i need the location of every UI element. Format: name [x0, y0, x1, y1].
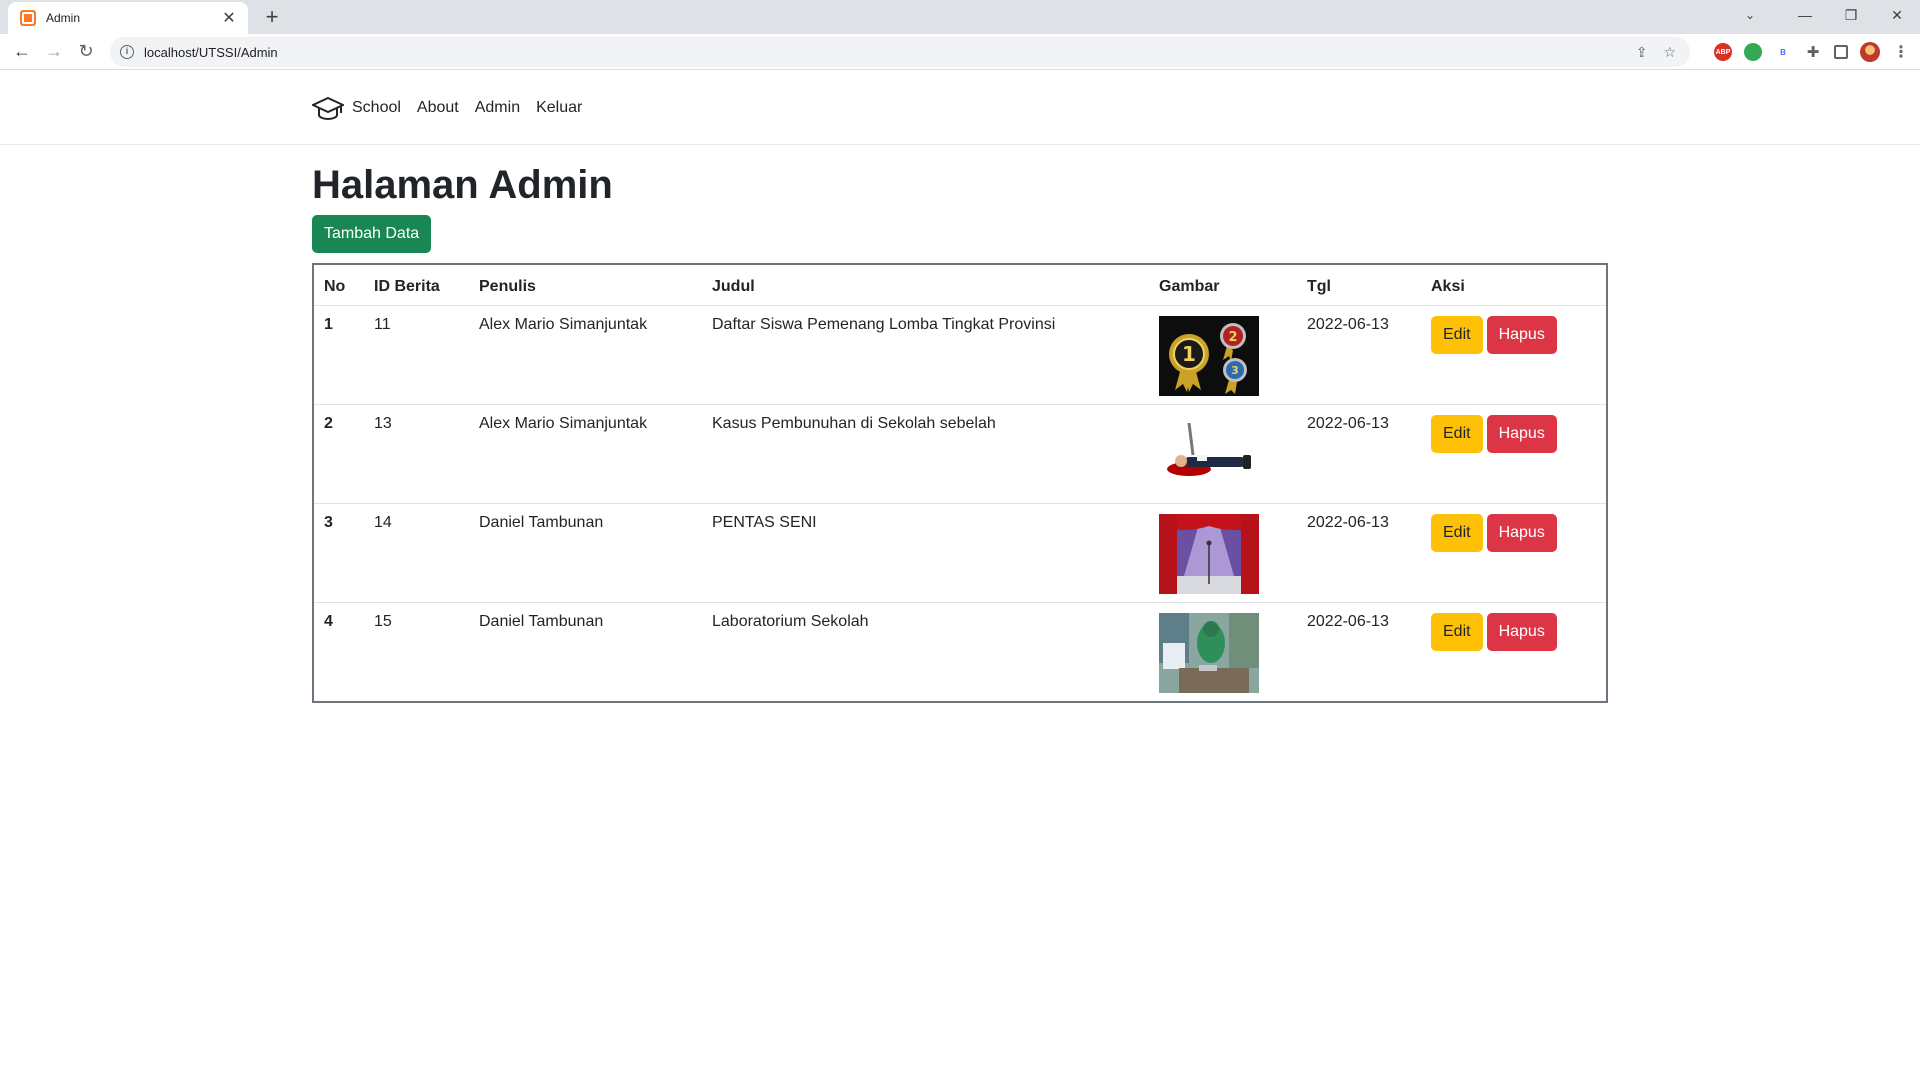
stage-image: [1159, 513, 1259, 594]
reload-icon[interactable]: ↻: [70, 36, 102, 68]
cell-tgl: 2022-06-13: [1297, 601, 1421, 701]
page-title: Halaman Admin: [312, 163, 613, 207]
new-tab-icon[interactable]: +: [258, 4, 286, 32]
cell-id: 14: [364, 502, 469, 602]
cell-aksi: Edit Hapus: [1421, 502, 1606, 602]
address-bar[interactable]: i localhost/UTSSI/Admin ⇪ ☆: [110, 37, 1690, 67]
close-window-icon[interactable]: ✕: [1874, 0, 1920, 30]
add-data-button[interactable]: Tambah Data: [312, 215, 432, 253]
header-judul: Judul: [712, 277, 755, 295]
restore-icon[interactable]: ❐: [1828, 0, 1874, 30]
cell-judul: Daftar Siswa Pemenang Lomba Tingkat Prov…: [702, 304, 1149, 404]
cell-gambar: [1149, 601, 1297, 701]
svg-text:2: 2: [1228, 330, 1237, 345]
extensions-puzzle-icon[interactable]: ✚: [1804, 43, 1822, 61]
site-navbar: School About Admin Keluar: [0, 71, 1920, 145]
cell-gambar: 1 2 3: [1149, 304, 1297, 404]
cell-judul: Kasus Pembunuhan di Sekolah sebelah: [702, 403, 1149, 503]
table-row: 2 13 Alex Mario Simanjuntak Kasus Pembun…: [314, 403, 1606, 503]
browser-tab[interactable]: Admin ✕: [8, 2, 248, 34]
cell-no: 3: [314, 502, 364, 602]
cell-tgl: 2022-06-13: [1297, 502, 1421, 602]
cell-gambar: [1149, 502, 1297, 602]
graduation-cap-icon: [312, 95, 344, 121]
medals-image: 1 2 3: [1159, 315, 1259, 396]
edit-button[interactable]: Edit: [1431, 414, 1483, 453]
browser-menu-icon[interactable]: ⋮: [1892, 43, 1910, 61]
globe-extension-icon[interactable]: [1744, 43, 1762, 61]
cell-penulis: Alex Mario Simanjuntak: [469, 304, 702, 404]
delete-button[interactable]: Hapus: [1486, 315, 1557, 354]
header-no: No: [324, 277, 346, 295]
side-panel-icon[interactable]: [1834, 45, 1848, 59]
news-table-wrapper: No ID Berita Penulis Judul Gambar Tgl Ak…: [312, 263, 1608, 703]
cell-tgl: 2022-06-13: [1297, 304, 1421, 404]
profile-avatar[interactable]: [1860, 42, 1880, 62]
minimize-icon[interactable]: —: [1782, 0, 1828, 30]
tab-strip: Admin ✕ + ⌄ — ❐ ✕: [0, 0, 1920, 34]
xampp-favicon-icon: [20, 10, 36, 26]
bookmark-star-icon[interactable]: ☆: [1663, 44, 1676, 61]
edit-button[interactable]: Edit: [1431, 513, 1483, 552]
cell-penulis: Daniel Tambunan: [469, 502, 702, 602]
navbar-brand[interactable]: School: [312, 95, 401, 121]
cell-id: 13: [364, 403, 469, 503]
cell-judul: Laboratorium Sekolah: [702, 601, 1149, 701]
browser-toolbar: ← → ↻ i localhost/UTSSI/Admin ⇪ ☆ ABP B …: [0, 34, 1920, 70]
cell-gambar: [1149, 403, 1297, 503]
header-gambar: Gambar: [1159, 277, 1220, 295]
nav-link-keluar[interactable]: Keluar: [536, 99, 582, 117]
laboratory-image: [1159, 612, 1259, 693]
adblock-extension-icon[interactable]: ABP: [1714, 43, 1732, 61]
crime-scene-image: [1159, 414, 1259, 495]
site-info-icon[interactable]: i: [120, 45, 134, 59]
tab-close-icon[interactable]: ✕: [220, 8, 238, 28]
back-arrow-icon[interactable]: ←: [6, 36, 38, 68]
tab-title: Admin: [46, 11, 81, 25]
table-row: 3 14 Daniel Tambunan PENTAS SENI 2022-06…: [314, 502, 1606, 602]
table-row: 4 15 Daniel Tambunan Laboratorium Sekola…: [314, 601, 1606, 701]
header-tgl: Tgl: [1307, 277, 1331, 295]
table-row: 1 11 Alex Mario Simanjuntak Daftar Siswa…: [314, 304, 1606, 404]
tab-search-icon[interactable]: ⌄: [1730, 0, 1770, 30]
header-id-berita: ID Berita: [374, 277, 440, 295]
brand-text: School: [352, 98, 401, 116]
edit-button[interactable]: Edit: [1431, 612, 1483, 651]
cell-penulis: Daniel Tambunan: [469, 601, 702, 701]
cell-no: 1: [314, 304, 364, 404]
edit-button[interactable]: Edit: [1431, 315, 1483, 354]
main-container: Halaman Admin Tambah Data No ID Berita P…: [312, 161, 1608, 703]
forward-arrow-icon[interactable]: →: [38, 36, 70, 68]
delete-button[interactable]: Hapus: [1486, 513, 1557, 552]
table-header-row: No ID Berita Penulis Judul Gambar Tgl Ak…: [314, 265, 1606, 305]
svg-text:3: 3: [1231, 364, 1239, 377]
cell-aksi: Edit Hapus: [1421, 601, 1606, 701]
url-text[interactable]: localhost/UTSSI/Admin: [144, 45, 1636, 60]
cell-judul: PENTAS SENI: [702, 502, 1149, 602]
cell-tgl: 2022-06-13: [1297, 403, 1421, 503]
b-extension-icon[interactable]: B: [1774, 43, 1792, 61]
svg-text:1: 1: [1182, 342, 1196, 366]
cell-penulis: Alex Mario Simanjuntak: [469, 403, 702, 503]
cell-aksi: Edit Hapus: [1421, 304, 1606, 404]
page-content: School About Admin Keluar Halaman Admin …: [0, 71, 1920, 1078]
share-icon[interactable]: ⇪: [1636, 44, 1648, 61]
window-controls: — ❐ ✕: [1782, 0, 1920, 30]
cell-id: 15: [364, 601, 469, 701]
nav-link-admin[interactable]: Admin: [475, 99, 520, 117]
cell-id: 11: [364, 304, 469, 404]
cell-no: 4: [314, 601, 364, 701]
cell-aksi: Edit Hapus: [1421, 403, 1606, 503]
header-aksi: Aksi: [1431, 277, 1465, 295]
delete-button[interactable]: Hapus: [1486, 612, 1557, 651]
header-penulis: Penulis: [479, 277, 536, 295]
extensions-area: ABP B ✚ ⋮: [1714, 38, 1910, 66]
delete-button[interactable]: Hapus: [1486, 414, 1557, 453]
cell-no: 2: [314, 403, 364, 503]
nav-link-about[interactable]: About: [417, 99, 459, 117]
news-table: No ID Berita Penulis Judul Gambar Tgl Ak…: [314, 265, 1606, 701]
